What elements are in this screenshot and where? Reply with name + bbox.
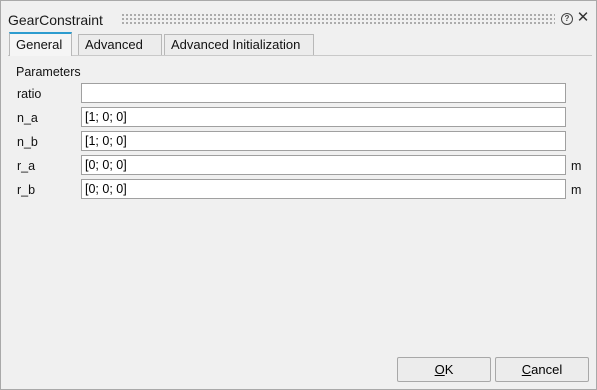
param-field-n-b[interactable] — [81, 131, 566, 151]
cancel-mnemonic: C — [521, 362, 532, 377]
param-field-r-b[interactable] — [81, 179, 566, 199]
window-title: GearConstraint — [8, 12, 103, 28]
param-label-ratio: ratio — [17, 87, 42, 101]
param-label-r-a: r_a — [17, 159, 36, 173]
tab-divider — [8, 55, 592, 56]
param-field-ratio[interactable] — [81, 83, 566, 103]
tab-general-label: General — [16, 37, 63, 52]
param-field-r-a[interactable] — [81, 155, 566, 175]
param-label-n-b: n_b — [17, 135, 38, 149]
drag-grip-icon[interactable] — [121, 13, 555, 25]
title-bar[interactable]: GearConstraint ? ✕ — [1, 1, 596, 31]
tab-general[interactable]: General — [9, 32, 72, 56]
param-label-n-a: n_a — [17, 111, 38, 125]
ok-button[interactable]: OK — [397, 357, 491, 382]
gear-constraint-dialog: GearConstraint ? ✕ General Advanced Adva… — [0, 0, 597, 390]
tab-advanced-initialization[interactable]: Advanced Initialization — [164, 34, 314, 55]
ok-mnemonic: O — [434, 362, 445, 377]
tab-advanced-label: Advanced — [85, 37, 143, 52]
parameters-heading: Parameters — [16, 65, 81, 79]
cancel-label-rest: ancel — [531, 362, 563, 377]
help-icon[interactable]: ? — [561, 13, 573, 25]
param-label-r-b: r_b — [17, 183, 36, 197]
tab-strip: General Advanced Advanced Initialization — [8, 32, 592, 56]
param-unit-r-a: m — [571, 159, 582, 173]
param-field-n-a[interactable] — [81, 107, 566, 127]
cancel-button[interactable]: Cancel — [495, 357, 589, 382]
close-icon[interactable]: ✕ — [576, 10, 590, 26]
tab-advanced[interactable]: Advanced — [78, 34, 162, 55]
param-unit-r-b: m — [571, 183, 582, 197]
tab-advanced-initialization-label: Advanced Initialization — [171, 37, 301, 52]
ok-label-rest: K — [444, 362, 454, 377]
